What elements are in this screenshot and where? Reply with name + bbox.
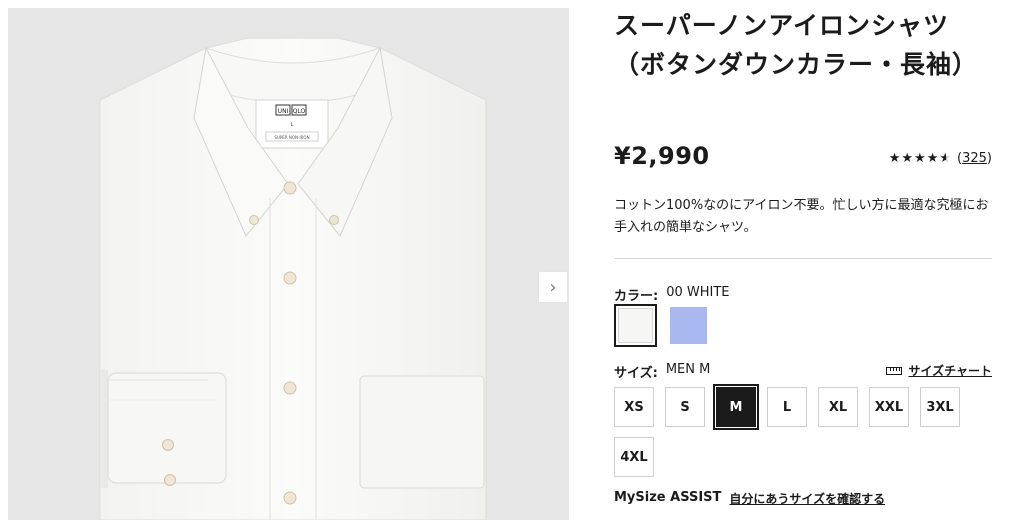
swatch-blue-chip [670,307,707,344]
product-title: スーパーノンアイロンシャツ（ボタンダウンカラー・長袖） [614,11,979,79]
ruler-icon [886,366,903,375]
label-tag: SUPER NON-IRON [274,135,309,140]
size-chart-link[interactable]: サイズチャート [886,362,992,379]
color-selector-header: カラー: 00 WHITE [614,285,730,304]
size-option-l[interactable]: L [767,387,807,427]
size-option-xs[interactable]: XS [614,387,654,427]
chevron-right-icon: › [549,276,557,298]
product-description: コットン100%なのにアイロン不要。忙しい方に最適な究極にお手入れの簡単なシャツ… [614,198,989,235]
product-photo: UNI QLO L SUPER NON-IRON [8,8,569,520]
size-option-s[interactable]: S [665,387,705,427]
divider [614,258,992,259]
next-image-button[interactable]: › [538,271,568,303]
mysize-assist: MySize ASSIST 自分にあうサイズを確認する [614,490,885,507]
size-selected-value: MEN M [665,362,711,377]
color-selected-value: 00 WHITE [666,285,730,300]
mysize-label: MySize ASSIST [614,490,722,505]
rating-count-link[interactable]: 325 [962,151,987,166]
color-swatch-white[interactable] [614,304,657,347]
swatch-white-chip [618,308,653,343]
size-options: XS S M L XL XXL 3XL 4XL [614,384,992,477]
size-option-m[interactable]: M [713,384,759,430]
size-option-4xl[interactable]: 4XL [614,437,654,477]
label-brand-top: UNI [278,108,289,115]
color-swatch-blue[interactable] [667,304,710,347]
mysize-link[interactable]: 自分にあうサイズを確認する [729,490,885,507]
size-chart-label: サイズチャート [908,364,992,378]
size-option-xxl[interactable]: XXL [869,387,909,427]
color-swatches [614,304,710,347]
shirt-illustration: UNI QLO L SUPER NON-IRON [99,37,487,520]
label-brand-bottom: QLO [293,108,306,115]
color-label: カラー: [614,289,659,304]
product-image-gallery: UNI QLO L SUPER NON-IRON › [0,0,570,520]
size-option-xl[interactable]: XL [818,387,858,427]
rating-stars-icon: ★★★★★ [888,151,953,166]
product-rating[interactable]: ★★★★★ (325) [889,151,992,166]
product-price: ¥2,990 [614,142,710,170]
size-option-3xl[interactable]: 3XL [920,387,960,427]
size-label: サイズ: [614,366,658,381]
label-size: L [291,122,294,128]
